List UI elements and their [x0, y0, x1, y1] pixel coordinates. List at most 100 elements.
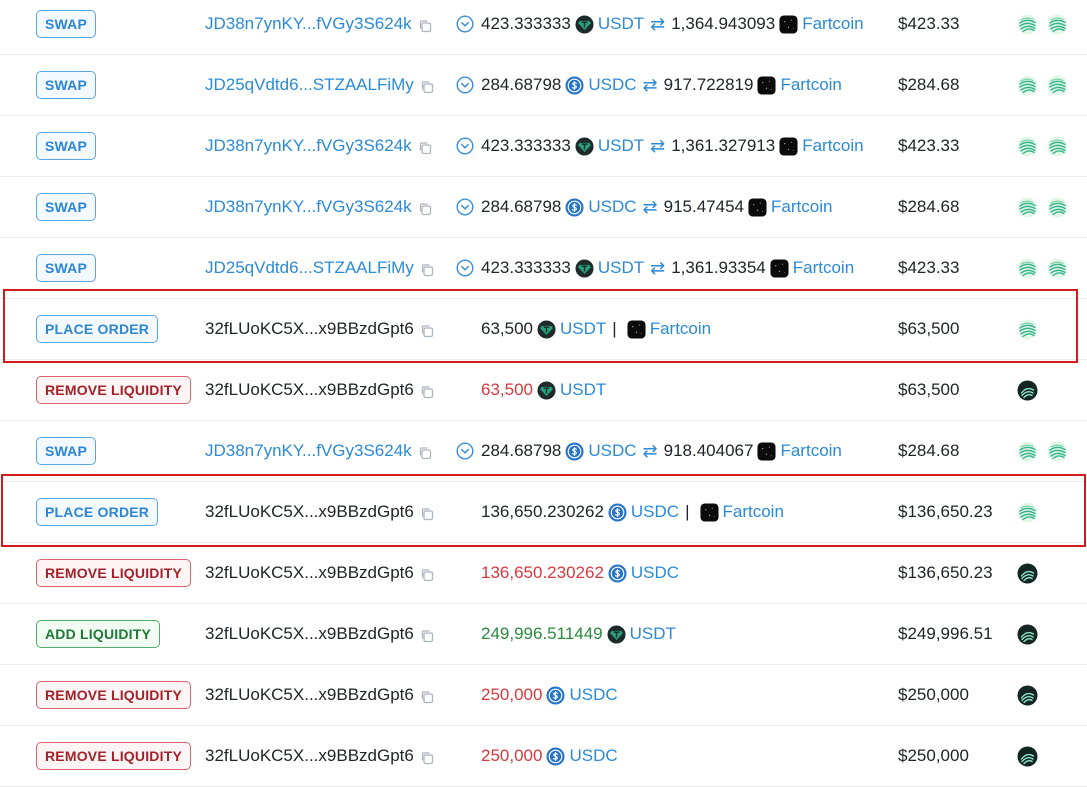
token-link[interactable]: USDC: [569, 684, 617, 706]
address-text: 32fLUoKC5X...x9BBzdGpt6: [205, 319, 414, 338]
copy-icon[interactable]: [420, 566, 434, 582]
table-row: PLACE ORDER 32fLUoKC5X...x9BBzdGpt6 63,500…: [0, 299, 1087, 360]
chevron-circle-down-icon[interactable]: [456, 259, 474, 277]
swap-badge[interactable]: SWAP: [36, 71, 97, 99]
usdc-token-icon: [546, 746, 565, 766]
remove-badge[interactable]: REMOVE LIQUIDITY: [36, 376, 191, 404]
token-in-link[interactable]: USDT: [598, 257, 644, 279]
chevron-circle-down-icon[interactable]: [456, 137, 474, 155]
token-out-link[interactable]: Fartcoin: [802, 13, 863, 35]
copy-icon[interactable]: [420, 627, 434, 643]
copy-icon[interactable]: [418, 139, 432, 155]
token-link[interactable]: USDC: [631, 501, 679, 523]
usd-value: $284.68: [898, 75, 960, 94]
address-text[interactable]: JD38n7ynKY...fVGy3S624k: [205, 196, 412, 218]
usdt-token-icon: [537, 380, 556, 400]
chevron-circle-down-icon[interactable]: [456, 198, 474, 216]
remove-badge[interactable]: REMOVE LIQUIDITY: [36, 742, 191, 770]
remove-details: 250,000 USDC: [481, 684, 618, 706]
copy-icon[interactable]: [420, 505, 434, 521]
swap-badge[interactable]: SWAP: [36, 437, 97, 465]
table-row: SWAP JD25qVdtd6...STZAALFiMy 423.333333 USD…: [0, 238, 1087, 299]
lifinity-platform-icon: [1017, 136, 1038, 157]
wallet-address[interactable]: JD38n7ynKY...fVGy3S624k: [205, 196, 432, 218]
copy-icon[interactable]: [420, 383, 434, 399]
copy-icon[interactable]: [418, 200, 432, 216]
wallet-address[interactable]: JD25qVdtd6...STZAALFiMy: [205, 257, 434, 279]
usdc-token-icon: [546, 685, 565, 705]
amount-out: 918.404067: [663, 441, 754, 460]
copy-icon[interactable]: [418, 17, 432, 33]
swap-badge[interactable]: SWAP: [36, 254, 97, 282]
token-in-link[interactable]: USDC: [588, 196, 636, 218]
amount: 136,650.230262: [481, 502, 604, 521]
amount-out: 917.722819: [663, 75, 754, 94]
copy-icon[interactable]: [418, 444, 432, 460]
wallet-address[interactable]: JD38n7ynKY...fVGy3S624k: [205, 135, 432, 157]
dark-pool-platform-icon: [1017, 380, 1038, 401]
usd-value: $423.33: [898, 258, 960, 277]
lifinity-platform-icon: [1017, 75, 1038, 96]
copy-icon[interactable]: [420, 749, 434, 765]
token-out-link[interactable]: Fartcoin: [802, 135, 863, 157]
usd-value: $63,500: [898, 380, 960, 399]
address-text: 32fLUoKC5X...x9BBzdGpt6: [205, 502, 414, 521]
add-badge[interactable]: ADD LIQUIDITY: [36, 620, 161, 648]
platform-icons: [1013, 563, 1040, 584]
token-in-link[interactable]: USDC: [588, 440, 636, 462]
fartcoin-token-icon: [779, 14, 798, 34]
dark-pool-platform-icon: [1017, 746, 1038, 767]
wallet-address[interactable]: JD25qVdtd6...STZAALFiMy: [205, 74, 434, 96]
usd-value: $284.68: [898, 441, 960, 460]
token-in-link[interactable]: USDC: [588, 74, 636, 96]
token-link[interactable]: USDT: [630, 623, 676, 645]
usd-value: $250,000: [898, 685, 969, 704]
token-out-link[interactable]: Fartcoin: [793, 257, 854, 279]
token-out-link[interactable]: Fartcoin: [780, 440, 841, 462]
chevron-circle-down-icon[interactable]: [456, 15, 474, 33]
token-link[interactable]: USDT: [560, 318, 606, 340]
copy-icon[interactable]: [420, 688, 434, 704]
dark-pool-platform-icon: [1017, 624, 1038, 645]
lifinity-platform-icon: [1017, 319, 1038, 340]
swap-arrows-icon: ⇄: [650, 14, 666, 34]
swap-badge[interactable]: SWAP: [36, 132, 97, 160]
chevron-circle-down-icon[interactable]: [456, 442, 474, 460]
remove-badge[interactable]: REMOVE LIQUIDITY: [36, 681, 191, 709]
address-text[interactable]: JD38n7ynKY...fVGy3S624k: [205, 440, 412, 462]
token-in-link[interactable]: USDT: [598, 135, 644, 157]
swap-arrows-icon: ⇄: [642, 75, 658, 95]
token-in-link[interactable]: USDT: [598, 13, 644, 35]
amount-out: 1,361.327913: [671, 136, 776, 155]
pair-token-link[interactable]: Fartcoin: [650, 318, 711, 340]
swap-badge[interactable]: SWAP: [36, 193, 97, 221]
address-text[interactable]: JD25qVdtd6...STZAALFiMy: [205, 257, 414, 279]
fartcoin-token-icon: [757, 75, 776, 95]
copy-icon[interactable]: [420, 322, 434, 338]
wallet-address[interactable]: JD38n7ynKY...fVGy3S624k: [205, 440, 432, 462]
pair-token-link[interactable]: Fartcoin: [723, 501, 784, 523]
table-row: PLACE ORDER 32fLUoKC5X...x9BBzdGpt6 136,65…: [0, 482, 1087, 543]
address-text[interactable]: JD25qVdtd6...STZAALFiMy: [205, 74, 414, 96]
address-text[interactable]: JD38n7ynKY...fVGy3S624k: [205, 13, 412, 35]
wallet-address: 32fLUoKC5X...x9BBzdGpt6: [205, 623, 434, 645]
usd-value: $423.33: [898, 14, 960, 33]
chevron-circle-down-icon[interactable]: [456, 76, 474, 94]
address-text[interactable]: JD38n7ynKY...fVGy3S624k: [205, 135, 412, 157]
copy-icon[interactable]: [420, 78, 434, 94]
order-badge[interactable]: PLACE ORDER: [36, 315, 159, 343]
token-link[interactable]: USDC: [631, 562, 679, 584]
wallet-address[interactable]: JD38n7ynKY...fVGy3S624k: [205, 13, 432, 35]
swap-details: 284.68798 USDC ⇄ 915.47454 Fartcoin: [456, 196, 832, 218]
copy-icon[interactable]: [420, 261, 434, 277]
amount-in: 423.333333: [481, 258, 571, 277]
token-link[interactable]: USDT: [560, 379, 606, 401]
fartcoin-token-icon: [779, 136, 798, 156]
token-out-link[interactable]: Fartcoin: [780, 74, 841, 96]
remove-badge[interactable]: REMOVE LIQUIDITY: [36, 559, 191, 587]
swap-details: 284.68798 USDC ⇄ 918.404067 Fartcoin: [456, 440, 842, 462]
order-badge[interactable]: PLACE ORDER: [36, 498, 159, 526]
token-out-link[interactable]: Fartcoin: [771, 196, 832, 218]
platform-icons: [1013, 319, 1040, 340]
swap-badge[interactable]: SWAP: [36, 10, 97, 38]
